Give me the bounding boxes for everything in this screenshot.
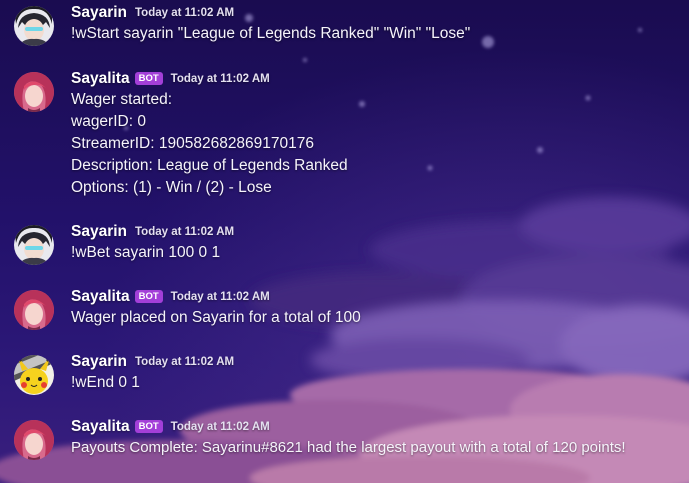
chat-message-list: Sayarin Today at 11:02 AM !wStart sayari…: [0, 0, 689, 483]
message-line: Wager placed on Sayarin for a total of 1…: [71, 309, 361, 326]
username[interactable]: Sayalita: [71, 418, 130, 436]
red-hair-character-avatar[interactable]: [14, 72, 54, 112]
timestamp[interactable]: Today at 11:02 AM: [135, 226, 234, 238]
message-content: Wager placed on Sayarin for a total of 1…: [71, 307, 361, 329]
message-line: Options: (1) - Win / (2) - Lose: [71, 179, 272, 196]
bot-badge: BOT: [134, 71, 163, 85]
avatar-image: [14, 355, 54, 395]
message-line: !wStart sayarin "League of Legends Ranke…: [71, 25, 471, 42]
message-line: Wager started:: [71, 91, 173, 108]
red-hair-character-avatar[interactable]: [14, 420, 54, 460]
username[interactable]: Sayarin: [71, 223, 127, 241]
pikachu-avatar[interactable]: [14, 355, 54, 395]
message-header: Sayalita BOT Today at 11:02 AM: [71, 68, 270, 90]
red-hair-character-avatar[interactable]: [14, 290, 54, 330]
chat-message: Sayarin Today at 11:02 AM !wBet sayarin …: [0, 219, 689, 279]
bot-badge: BOT: [134, 289, 163, 303]
message-content: !wBet sayarin 100 0 1: [71, 242, 220, 264]
timestamp[interactable]: Today at 11:02 AM: [171, 291, 270, 303]
username[interactable]: Sayalita: [71, 288, 130, 306]
chat-message: Sayalita BOT Today at 11:02 AM Wager pla…: [0, 284, 689, 344]
timestamp[interactable]: Today at 11:02 AM: [135, 7, 234, 19]
anime-character-avatar[interactable]: [14, 6, 54, 46]
username[interactable]: Sayarin: [71, 353, 127, 371]
message-content: !wStart sayarin "League of Legends Ranke…: [71, 23, 470, 45]
timestamp[interactable]: Today at 11:02 AM: [135, 356, 234, 368]
message-content: Payouts Complete: Sayarinu#8621 had the …: [71, 437, 626, 459]
anime-character-avatar[interactable]: [14, 225, 54, 265]
chat-message: Sayalita BOT Today at 11:02 AM Payouts C…: [0, 414, 689, 474]
avatar-image: [14, 290, 54, 330]
message-line: StreamerID: 190582682869170176: [71, 135, 315, 152]
message-header: Sayarin Today at 11:02 AM: [71, 221, 234, 243]
message-header: Sayalita BOT Today at 11:02 AM: [71, 286, 270, 308]
bot-badge: BOT: [134, 419, 163, 433]
message-content: !wEnd 0 1: [71, 372, 140, 394]
chat-message: Sayalita BOT Today at 11:02 AM Wager sta…: [0, 66, 689, 204]
message-line: !wBet sayarin 100 0 1: [71, 244, 221, 261]
message-line: !wEnd 0 1: [71, 374, 140, 391]
message-content: Wager started: wagerID: 0 StreamerID: 19…: [71, 89, 348, 199]
message-line: wagerID: 0: [71, 113, 146, 130]
message-line: Payouts Complete: Sayarinu#8621 had the …: [71, 439, 626, 456]
timestamp[interactable]: Today at 11:02 AM: [171, 421, 270, 433]
username[interactable]: Sayalita: [71, 70, 130, 88]
avatar-image: [14, 72, 54, 112]
chat-message: Sayarin Today at 11:02 AM !wEnd 0 1: [0, 349, 689, 409]
username[interactable]: Sayarin: [71, 4, 127, 22]
avatar-image: [14, 420, 54, 460]
chat-message: Sayarin Today at 11:02 AM !wStart sayari…: [0, 0, 689, 60]
avatar-image: [14, 225, 54, 265]
message-line: Description: League of Legends Ranked: [71, 157, 348, 174]
message-header: Sayalita BOT Today at 11:02 AM: [71, 416, 270, 438]
message-header: Sayarin Today at 11:02 AM: [71, 2, 234, 24]
message-header: Sayarin Today at 11:02 AM: [71, 351, 234, 373]
avatar-image: [14, 6, 54, 46]
timestamp[interactable]: Today at 11:02 AM: [171, 73, 270, 85]
